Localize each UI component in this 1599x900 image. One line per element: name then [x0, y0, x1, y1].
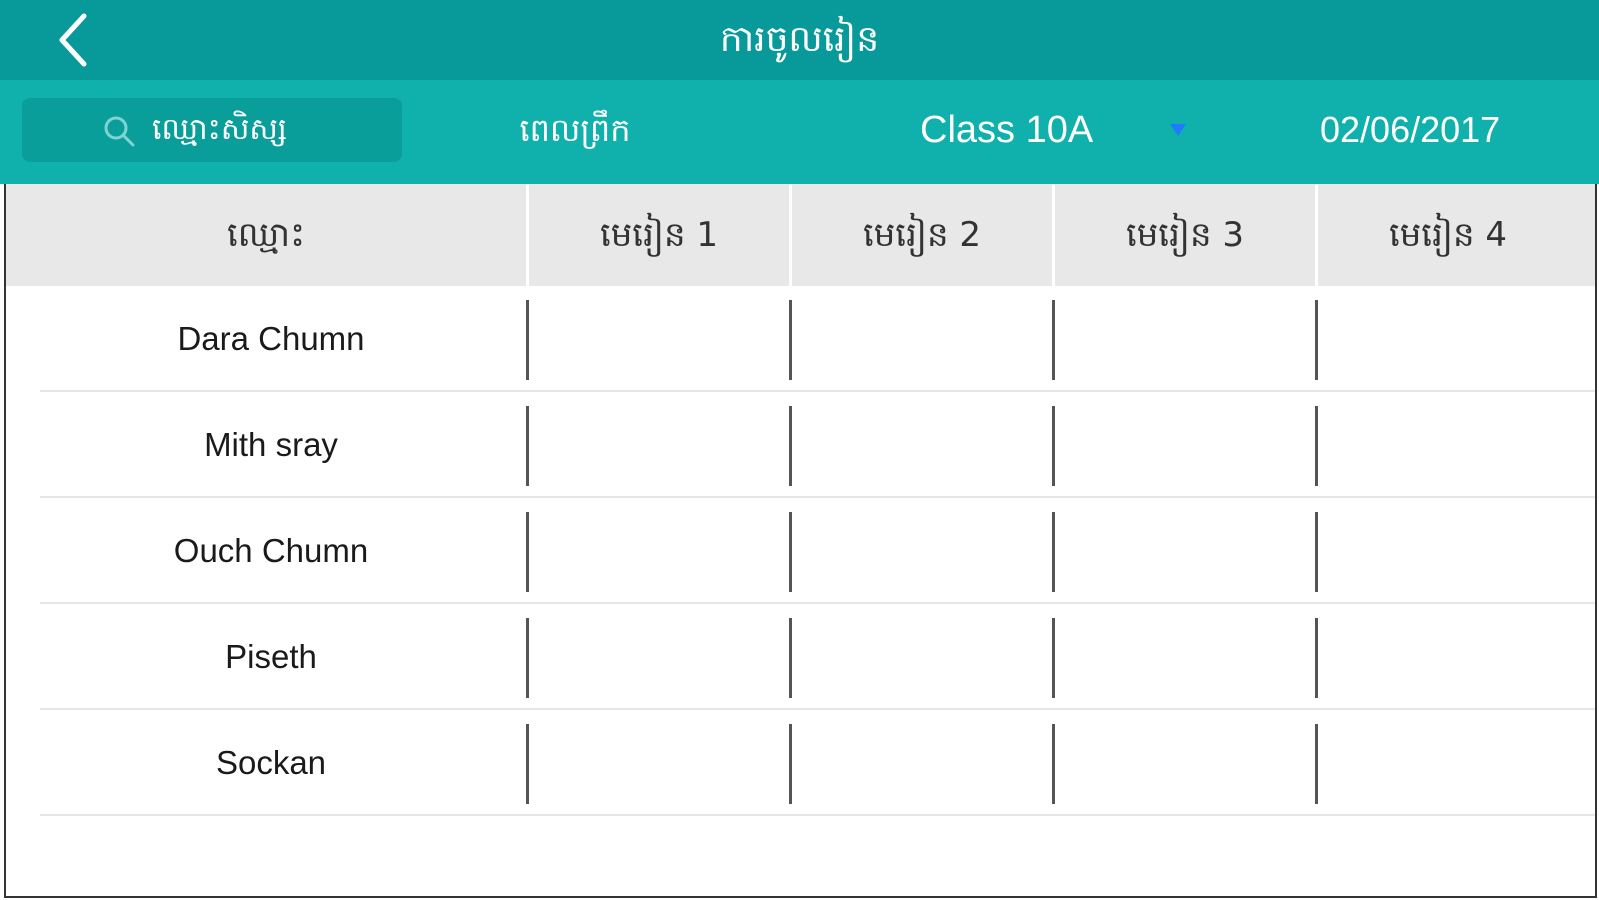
- search-placeholder: ឈ្មោះសិស្ស: [152, 112, 287, 147]
- attendance-cell-lesson-3[interactable]: [1055, 286, 1315, 392]
- attendance-cell-lesson-2[interactable]: [792, 710, 1052, 816]
- page-title: ការចូលរៀន: [719, 19, 880, 60]
- attendance-cell-lesson-1[interactable]: [529, 498, 789, 604]
- back-button[interactable]: [48, 10, 100, 70]
- attendance-cell-lesson-2[interactable]: [792, 498, 1052, 604]
- table-row: Mith sray: [6, 392, 1595, 498]
- filter-bar: ឈ្មោះសិស្ស ពេលព្រឹក Class 10A 02/06/2017: [0, 80, 1599, 184]
- attendance-cell-lesson-1[interactable]: [529, 710, 789, 816]
- column-header-lesson-1: មេរៀន 1: [599, 215, 719, 255]
- attendance-cell-lesson-3[interactable]: [1055, 710, 1315, 816]
- attendance-cell-lesson-4[interactable]: [1318, 286, 1595, 392]
- attendance-cell-lesson-3[interactable]: [1055, 498, 1315, 604]
- attendance-cell-lesson-1[interactable]: [529, 604, 789, 710]
- row-separator: [40, 814, 1595, 816]
- student-name: Piseth: [225, 638, 317, 675]
- attendance-table: ឈ្មោះ មេរៀន 1 មេរៀន 2 មេរៀន 3 មេរៀន 4 Da…: [4, 184, 1597, 898]
- table-row: Sockan: [6, 710, 1595, 816]
- triangle-down-icon: [1170, 124, 1186, 136]
- column-header-lesson-4: មេរៀន 4: [1388, 215, 1508, 255]
- chevron-left-icon: [59, 13, 87, 67]
- attendance-cell-lesson-4[interactable]: [1318, 498, 1595, 604]
- table-row: Ouch Chumn: [6, 498, 1595, 604]
- attendance-cell-lesson-4[interactable]: [1318, 604, 1595, 710]
- date-picker[interactable]: 02/06/2017: [1320, 98, 1540, 162]
- class-dropdown[interactable]: Class 10A: [900, 98, 1200, 162]
- attendance-cell-lesson-3[interactable]: [1055, 392, 1315, 498]
- attendance-cell-lesson-2[interactable]: [792, 392, 1052, 498]
- column-header-name: ឈ្មោះ: [226, 215, 306, 255]
- column-header-lesson-2: មេរៀន 2: [862, 215, 982, 255]
- student-name: Mith sray: [204, 426, 338, 463]
- attendance-cell-lesson-4[interactable]: [1318, 710, 1595, 816]
- table-row: Dara Chumn: [6, 286, 1595, 392]
- title-bar: ការចូលរៀន: [0, 0, 1599, 80]
- student-name: Ouch Chumn: [173, 532, 369, 569]
- class-dropdown-value: Class 10A: [920, 109, 1094, 151]
- student-name: Sockan: [215, 744, 327, 781]
- attendance-cell-lesson-3[interactable]: [1055, 604, 1315, 710]
- attendance-cell-lesson-2[interactable]: [792, 286, 1052, 392]
- attendance-cell-lesson-2[interactable]: [792, 604, 1052, 710]
- search-input[interactable]: ឈ្មោះសិស្ស: [22, 98, 402, 162]
- table-row: Piseth: [6, 604, 1595, 710]
- column-header-lesson-3: មេរៀន 3: [1125, 215, 1245, 255]
- attendance-cell-lesson-1[interactable]: [529, 286, 789, 392]
- attendance-cell-lesson-1[interactable]: [529, 392, 789, 498]
- session-selector[interactable]: ពេលព្រឹក: [470, 98, 680, 162]
- attendance-cell-lesson-4[interactable]: [1318, 392, 1595, 498]
- search-icon: [104, 116, 135, 147]
- student-name: Dara Chumn: [177, 320, 365, 357]
- table-header-row: ឈ្មោះ មេរៀន 1 មេរៀន 2 មេរៀន 3 មេរៀន 4: [6, 184, 1595, 286]
